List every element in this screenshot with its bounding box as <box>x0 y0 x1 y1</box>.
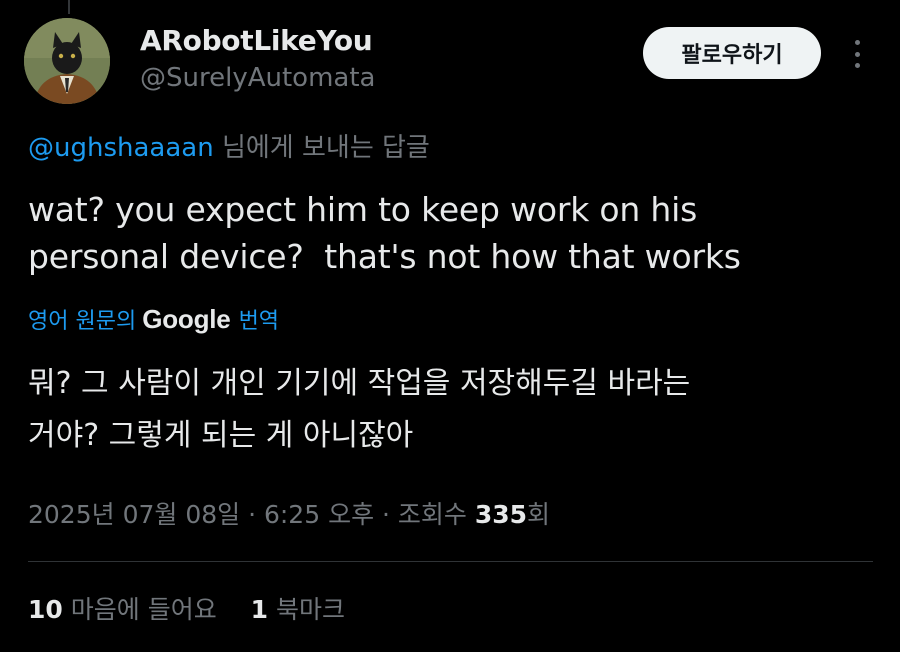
bookmarks-label: 북마크 <box>268 595 346 624</box>
bookmarks-stat[interactable]: 1 북마크 <box>251 590 345 630</box>
engagement-stats: 10 마음에 들어요 1 북마크 <box>28 590 345 630</box>
tweet-meta: 2025년 07월 08일 · 6:25 오후 · 조회수 335회 <box>28 495 550 535</box>
author-handle[interactable]: @SurelyAutomata <box>140 62 375 94</box>
author-display-name[interactable]: ARobotLikeYou <box>140 24 373 58</box>
views-count: 335 <box>474 500 528 529</box>
more-dot <box>854 51 860 57</box>
translate-suffix[interactable]: 번역 <box>239 303 279 335</box>
views-suffix: 회 <box>527 500 551 529</box>
likes-label: 마음에 들어요 <box>62 595 217 624</box>
tweet-text: wat? you expect him to keep work on his … <box>28 190 741 276</box>
google-logo: Google <box>142 303 231 334</box>
author-avatar[interactable] <box>24 18 110 104</box>
follow-button[interactable]: 팔로우하기 <box>643 27 821 79</box>
translated-text: 뭐? 그 사람이 개인 기기에 작업을 저장해두길 바라는 거야? 그렇게 되는… <box>28 366 691 453</box>
likes-stat[interactable]: 10 마음에 들어요 <box>28 590 217 630</box>
likes-count: 10 <box>28 595 63 624</box>
thread-connector-line <box>68 0 70 14</box>
replying-to: @ughshaaaan 님에게 보내는 답글 <box>28 128 430 168</box>
more-dot <box>854 63 860 68</box>
more-dot <box>854 40 860 45</box>
translation-attribution: 영어 원문의 Google 번역 <box>28 300 279 338</box>
cat-in-suit-portrait-avatar <box>24 18 110 104</box>
reply-suffix: 님에게 보내는 답글 <box>213 133 430 163</box>
more-vertical-icon[interactable] <box>845 36 869 72</box>
divider <box>28 561 873 562</box>
reply-mention-link[interactable]: @ughshaaaan <box>28 133 214 163</box>
tweet-timestamp[interactable]: 2025년 07월 08일 · 6:25 오후 · 조회수 <box>28 500 475 529</box>
bookmarks-count: 1 <box>250 595 269 624</box>
translate-prefix[interactable]: 영어 원문의 <box>28 303 136 335</box>
